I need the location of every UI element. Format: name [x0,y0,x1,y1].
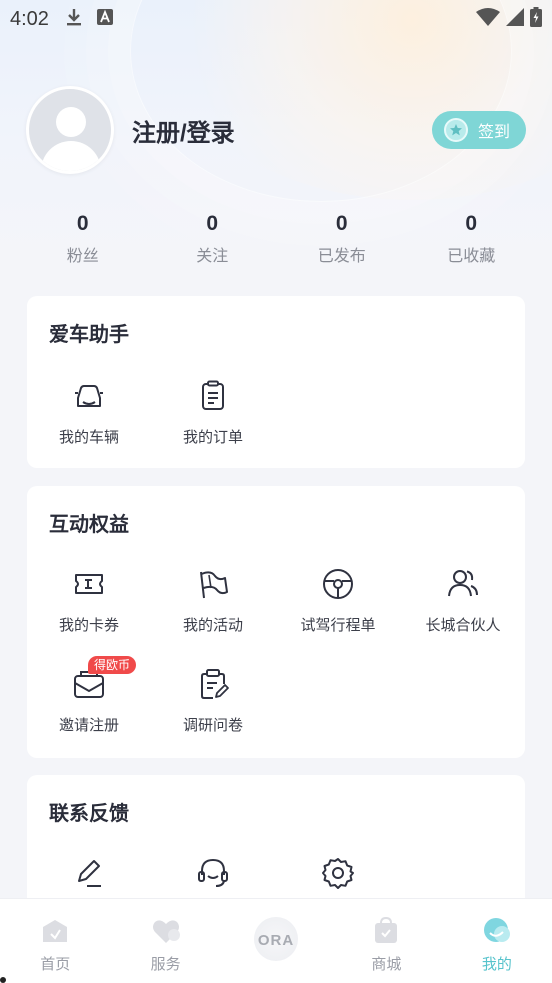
invite-mail-icon: 得欧币 [71,656,137,702]
my-coupons-button[interactable]: 我的卡券 [27,566,151,635]
checkin-button[interactable]: 签到 [432,111,526,149]
stat-value: 0 [335,212,348,235]
card-title: 互动权益 [49,514,129,536]
card-title: 联系反馈 [49,803,129,825]
text-a-icon [96,8,113,30]
ora-logo: ORA [257,932,295,949]
stat-label: 已发布 [317,248,366,265]
grid-label: 试驾行程单 [300,617,376,634]
flag-icon [195,566,231,602]
grid-label: 我的活动 [182,617,243,634]
nav-service[interactable]: 服务 [110,899,220,983]
mall-bag-icon [371,916,401,945]
wifi-icon [476,7,500,31]
service-heart-icon [151,917,181,945]
bottom-navigation: 首页 服务 ORA 商城 我的 [0,898,552,983]
car-assistant-card: 爱车助手 我的车辆 我的订单 [27,296,525,468]
grid-label: 我的车辆 [58,429,119,446]
car-icon [71,378,107,414]
card-title: 爱车助手 [49,324,129,346]
survey-clipboard-icon [195,666,231,702]
partner-icon [445,566,481,602]
nav-mall[interactable]: 商城 [331,899,441,983]
stat-value: 0 [206,212,219,235]
coupon-icon [71,566,107,602]
invite-register-button[interactable]: 得欧币 邀请注册 [27,656,151,735]
stats-row: 0 粉丝 0 关注 0 已发布 0 已收藏 [18,212,536,266]
stat-label: 关注 [196,248,229,265]
checkin-label: 签到 [478,124,511,141]
profile-header: 注册/登录 签到 [26,86,526,174]
headset-icon [195,855,231,891]
steering-wheel-icon [320,566,356,602]
nav-mine[interactable]: 我的 [442,899,552,983]
grid-label: 邀请注册 [58,717,119,734]
grid-label: 我的卡券 [58,617,119,634]
benefits-card: 互动权益 我的卡券 我的活动 试驾行程单 长城合伙人 得欧币 邀请注册 调研问卷 [27,486,525,758]
nav-label: 首页 [40,956,71,973]
grid-label: 长城合伙人 [425,617,501,634]
settings-gear-icon [320,855,356,891]
status-bar: 4:02 [0,0,552,38]
edit-icon [71,855,107,891]
my-orders-button[interactable]: 我的订单 [151,378,275,447]
nav-home[interactable]: 首页 [0,899,110,983]
mine-icon [482,917,512,945]
stat-value: 0 [465,212,478,235]
battery-icon [530,6,542,32]
stat-fans[interactable]: 0 粉丝 [18,212,148,266]
my-vehicle-button[interactable]: 我的车辆 [27,378,151,447]
nav-label: 我的 [481,956,512,973]
test-drive-button[interactable]: 试驾行程单 [276,566,400,635]
signal-icon [506,7,524,31]
stat-value: 0 [76,212,89,235]
partner-button[interactable]: 长城合伙人 [401,566,525,635]
stat-label: 已收藏 [447,248,496,265]
grid-label: 我的订单 [182,429,243,446]
stat-favorites[interactable]: 0 已收藏 [407,212,537,266]
settings-button[interactable] [276,855,400,891]
grid-label: 调研问卷 [182,717,243,734]
nav-label: 服务 [150,956,181,973]
star-icon [444,118,468,142]
stat-published[interactable]: 0 已发布 [277,212,407,266]
status-time: 4:02 [10,7,49,30]
login-register-link[interactable]: 注册/登录 [132,113,235,148]
home-icon [40,917,70,945]
gesture-indicator [0,977,6,983]
customer-service-button[interactable] [151,855,275,891]
feedback-edit-button[interactable] [27,855,151,891]
my-activities-button[interactable]: 我的活动 [151,566,275,635]
avatar[interactable] [26,86,114,174]
survey-button[interactable]: 调研问卷 [151,666,275,735]
stat-following[interactable]: 0 关注 [148,212,278,266]
nav-label: 商城 [371,956,402,973]
order-list-icon [195,378,231,414]
stat-label: 粉丝 [66,248,99,265]
coin-badge: 得欧币 [88,656,137,674]
nav-ora[interactable]: ORA [221,899,331,983]
download-icon [65,7,83,32]
